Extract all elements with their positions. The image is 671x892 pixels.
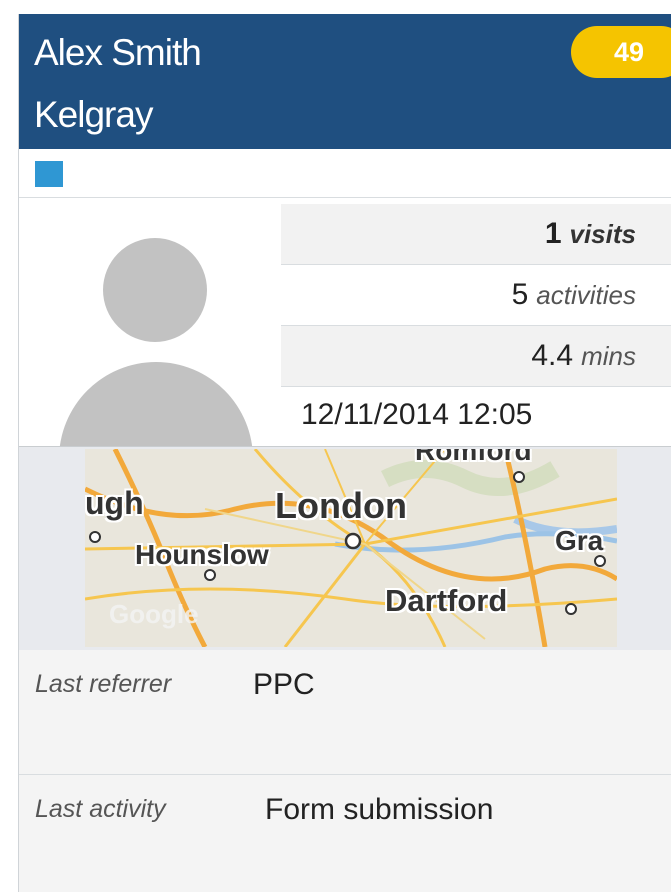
activities-count: 5 xyxy=(511,278,529,311)
activities-unit: activities xyxy=(536,280,636,310)
tag-row xyxy=(19,149,671,198)
map-label-romford: Romford xyxy=(415,449,532,466)
stat-last-seen: 12/11/2014 12:05 xyxy=(281,384,671,446)
last-activity-label: Last activity xyxy=(35,795,166,823)
avatar-head-shape xyxy=(103,238,207,342)
contact-name[interactable]: Alex Smith xyxy=(34,32,202,74)
stat-visits: 1 visits xyxy=(281,204,671,265)
avatar xyxy=(19,198,281,446)
last-activity-row: Last activity Form submission xyxy=(19,775,671,892)
map-label-london: London xyxy=(275,485,407,526)
map-watermark: Google xyxy=(109,599,199,629)
map-label-grays: Gra xyxy=(555,525,604,556)
last-referrer-value: PPC xyxy=(253,668,315,701)
last-seen-timestamp: 12/11/2014 12:05 xyxy=(301,398,533,431)
duration-value: 4.4 xyxy=(531,339,574,372)
last-activity-value: Form submission xyxy=(265,793,494,826)
visits-count: 1 xyxy=(544,217,562,250)
contact-card[interactable]: Alex Smith Kelgray 49 1 visits 5 activitie… xyxy=(18,14,671,892)
map-label-dartford: Dartford xyxy=(385,583,508,618)
stat-activities: 5 activities xyxy=(281,265,671,326)
stat-duration: 4.4 mins xyxy=(281,326,671,387)
map-section: Romford ugh London Hounslow Gra Dartford… xyxy=(19,447,671,650)
score-badge: 49 xyxy=(571,26,671,78)
contact-header: Alex Smith Kelgray 49 xyxy=(19,14,671,149)
map-label-slough: ugh xyxy=(85,485,144,521)
contact-company[interactable]: Kelgray xyxy=(34,94,153,136)
avatar-body-shape xyxy=(59,362,253,446)
last-referrer-row: Last referrer PPC xyxy=(19,650,671,775)
visits-unit: visits xyxy=(569,219,637,249)
map-label-hounslow: Hounslow xyxy=(135,539,269,570)
tag-color-marker xyxy=(35,161,63,187)
duration-unit: mins xyxy=(581,341,636,371)
location-map[interactable]: Romford ugh London Hounslow Gra Dartford… xyxy=(85,449,617,647)
last-referrer-label: Last referrer xyxy=(35,670,172,698)
